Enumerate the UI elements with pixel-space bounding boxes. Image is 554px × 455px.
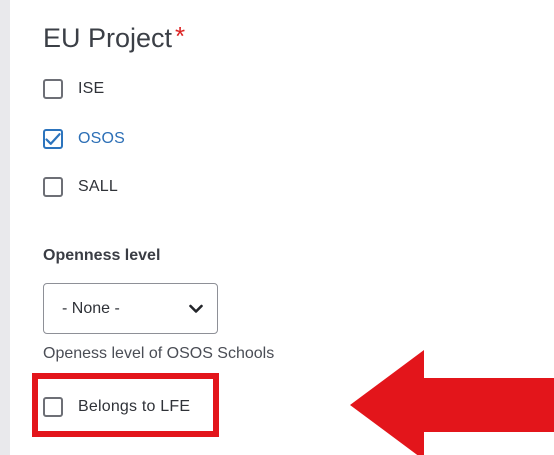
field-title-eu-project: EU Project * <box>43 20 185 56</box>
annotation-highlight-box <box>32 373 219 437</box>
checkbox-ise[interactable] <box>43 79 63 99</box>
openness-help-text: Openess level of OSOS Schools <box>43 345 275 362</box>
checkbox-option-sall[interactable]: SALL <box>43 174 118 200</box>
field-title-text: EU Project <box>43 23 173 53</box>
openness-level-label: Openness level <box>43 247 161 264</box>
checkbox-sall[interactable] <box>43 177 63 197</box>
checkmark-icon <box>45 133 61 145</box>
chevron-down-icon <box>189 304 203 313</box>
checkbox-label-osos[interactable]: OSOS <box>78 129 125 149</box>
openness-level-select[interactable]: - None - <box>43 283 218 334</box>
checkbox-label-sall[interactable]: SALL <box>78 177 118 197</box>
select-value: - None - <box>62 299 120 317</box>
form-page: EU Project * ISE OSOS SALL Openness level… <box>0 0 554 455</box>
checkbox-option-ise[interactable]: ISE <box>43 76 104 102</box>
checkbox-osos[interactable] <box>43 129 63 149</box>
arrow-left-icon <box>350 350 554 455</box>
required-asterisk: * <box>175 21 186 51</box>
checkbox-label-ise[interactable]: ISE <box>78 79 104 99</box>
checkbox-option-osos[interactable]: OSOS <box>43 126 125 152</box>
left-border <box>0 0 10 455</box>
